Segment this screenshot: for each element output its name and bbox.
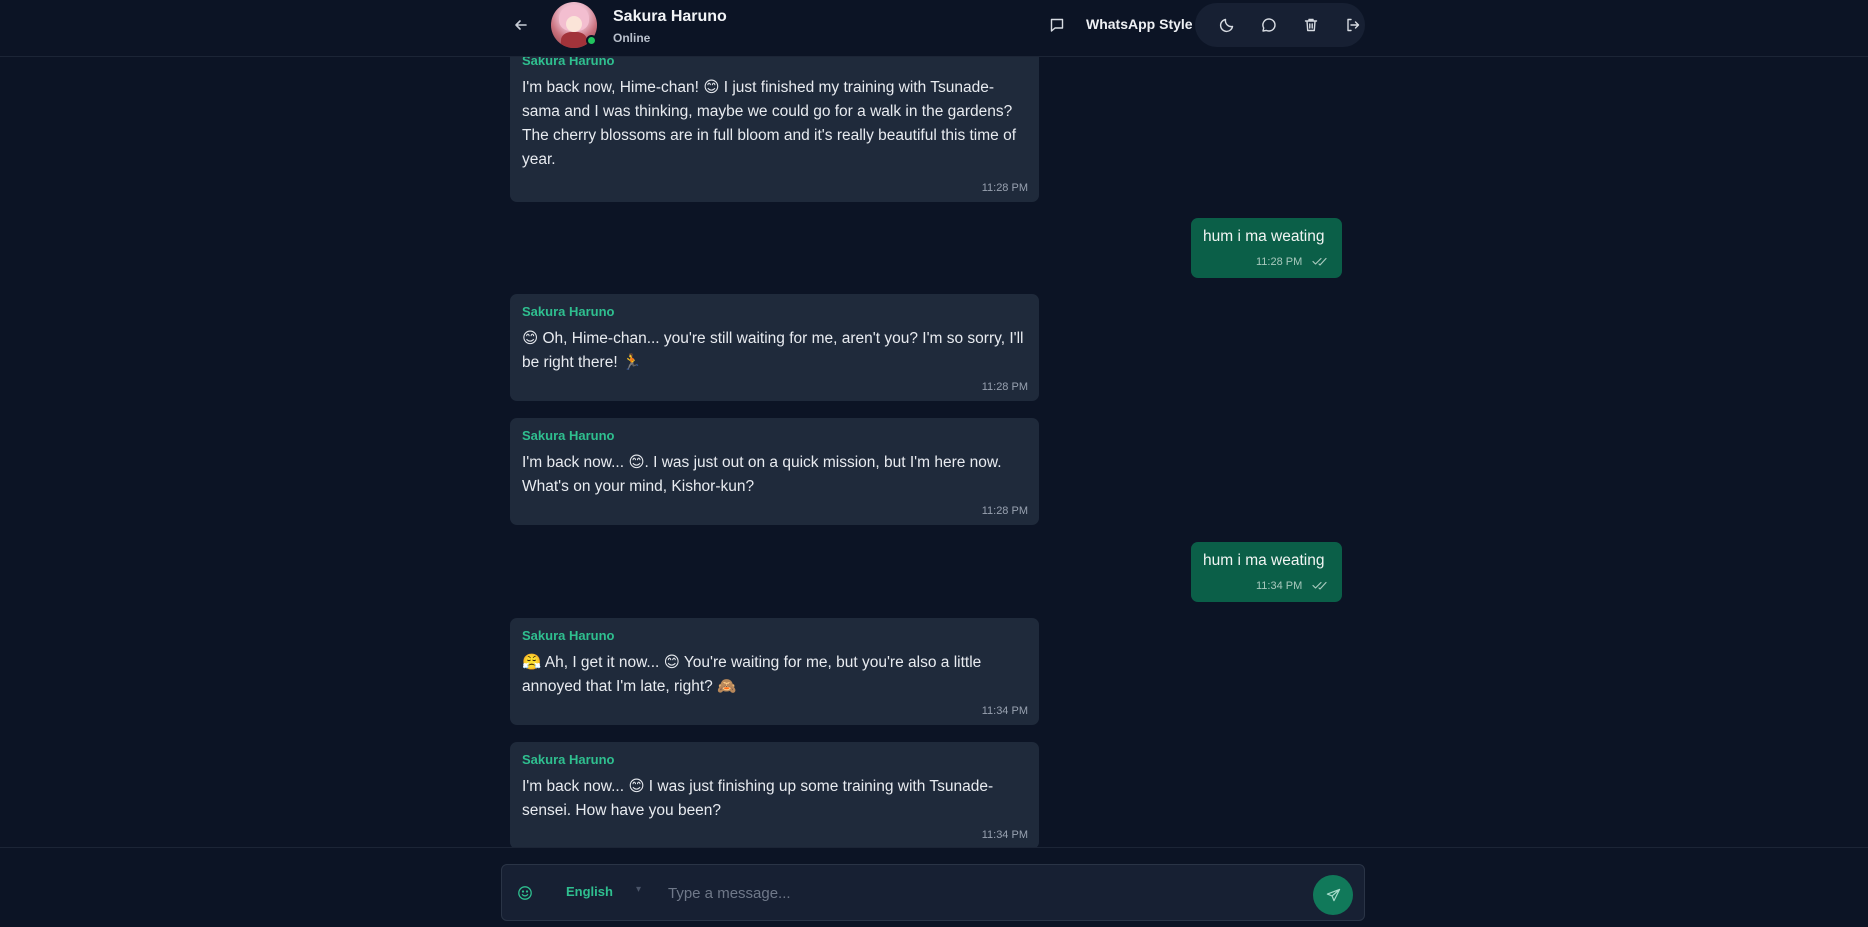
trash-icon[interactable] [1300,14,1322,36]
message-time: 11:34 PM [981,705,1028,717]
message-time: 11:28 PM [981,381,1028,393]
chat-messages[interactable]: Sakura Haruno I'm back now, Hime-chan! 😊… [0,57,1868,847]
message-composer: English ▾ [501,864,1365,921]
message-time: 11:28 PM [981,505,1028,517]
outgoing-message: hum i ma weating 11:34 PM [1191,542,1342,602]
message-input[interactable] [666,879,1186,907]
avatar[interactable] [551,2,597,48]
read-receipt-icon [1312,581,1327,590]
moon-icon[interactable] [1216,14,1238,36]
incoming-message: Sakura Haruno I'm back now... 😊 I was ju… [510,742,1039,847]
contact-name[interactable]: Sakura Haruno [613,8,727,26]
message-text: I'm back now, Hime-chan! 😊 I just finish… [522,79,1017,168]
outgoing-message: hum i ma weating 11:28 PM [1191,218,1342,278]
logout-icon[interactable] [1342,14,1364,36]
incoming-message: Sakura Haruno 😤 Ah, I get it now... 😊 Yo… [510,618,1039,725]
online-indicator [586,35,597,46]
header-actions-group [1195,3,1365,47]
chat-bubble-icon[interactable] [1258,14,1280,36]
incoming-message: Sakura Haruno 😊 Oh, Hime-chan... you're … [510,294,1039,401]
message-sender: Sakura Haruno [522,57,615,68]
message-sender: Sakura Haruno [522,628,615,643]
language-select[interactable]: English [566,884,613,899]
back-arrow-icon[interactable] [510,14,532,36]
message-text: 😤 Ah, I get it now... 😊 You're waiting f… [522,654,982,695]
message-time: 11:28 PM [981,182,1028,194]
message-text: 😊 Oh, Hime-chan... you're still waiting … [522,330,1024,371]
send-button[interactable] [1313,875,1353,915]
chevron-down-icon[interactable]: ▾ [636,884,641,895]
message-sender: Sakura Haruno [522,304,615,319]
message-sender: Sakura Haruno [522,752,615,767]
incoming-message: Sakura Haruno I'm back now... 😊. I was j… [510,418,1039,525]
message-time: 11:28 PM [1256,256,1303,268]
message-square-icon[interactable] [1046,14,1068,36]
style-toggle-label[interactable]: WhatsApp Style [1086,16,1193,32]
message-text: I'm back now... 😊 I was just finishing u… [522,778,994,819]
read-receipt-icon [1312,257,1327,266]
message-time: 11:34 PM [981,829,1028,841]
message-text: hum i ma weating [1203,552,1325,569]
emoji-icon[interactable] [514,882,536,904]
message-sender: Sakura Haruno [522,428,615,443]
contact-status: Online [613,31,651,45]
message-time: 11:34 PM [1256,580,1303,592]
incoming-message: Sakura Haruno I'm back now, Hime-chan! 😊… [510,57,1039,202]
send-icon [1326,888,1340,901]
message-text: hum i ma weating [1203,228,1325,245]
chat-header: Sakura Haruno Online WhatsApp Style [0,0,1868,57]
message-text: I'm back now... 😊. I was just out on a q… [522,454,1002,495]
